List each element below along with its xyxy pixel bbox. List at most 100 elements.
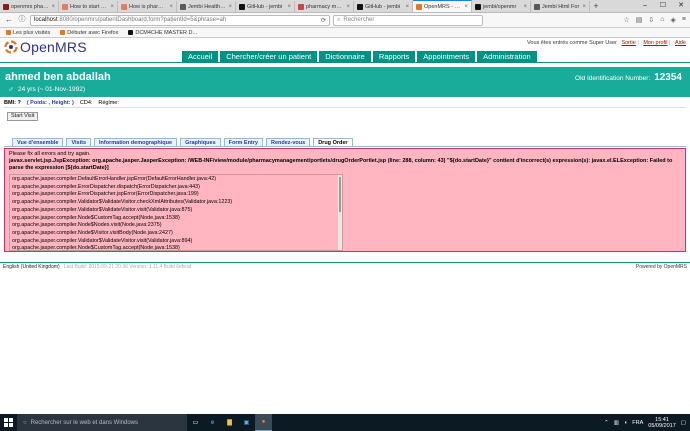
- clock[interactable]: 15:41 05/09/2017: [648, 417, 676, 429]
- maximize-icon[interactable]: ☐: [654, 0, 672, 12]
- reload-icon[interactable]: ⟳: [321, 17, 326, 24]
- close-window-icon[interactable]: ✕: [672, 0, 690, 12]
- powered-by: Powered by OpenMRS: [635, 263, 687, 270]
- toolbar-icons: ☆ ▤ ⇩ ⌂ ◈ ≡: [624, 16, 687, 24]
- browser-tab[interactable]: How is pharmac ×: [118, 1, 177, 12]
- notifications-icon[interactable]: ▢: [681, 420, 686, 426]
- tab-close-icon[interactable]: ×: [169, 4, 173, 10]
- address-bar[interactable]: localhost:8080/openmrs/patientDashboard.…: [30, 14, 330, 26]
- menu-find-patient[interactable]: Chercher/créer un patient: [220, 51, 318, 62]
- taskbar-search-placeholder: Rechercher sur le web et dans Windows: [30, 419, 139, 426]
- logout-link[interactable]: Sortie: [621, 40, 635, 46]
- minimize-icon[interactable]: –: [636, 0, 654, 12]
- bookmark-item[interactable]: Les plus visités: [6, 30, 50, 36]
- stack-scrollbar[interactable]: [338, 175, 342, 250]
- download-icon[interactable]: ⇩: [648, 16, 654, 24]
- profile-link[interactable]: Mon profil: [643, 40, 667, 46]
- back-icon[interactable]: ←: [4, 15, 14, 25]
- stack-trace-line: org.apache.jasper.compiler.Validator$Val…: [12, 206, 193, 213]
- start-visit-button[interactable]: Start Visit: [7, 112, 39, 121]
- window-controls: – ☐ ✕: [636, 0, 690, 12]
- page-footer: English (United Kingdom) Last Build: 201…: [0, 262, 690, 270]
- browser-tab[interactable]: GitHub - jembi ×: [236, 1, 295, 12]
- tab-favicon-icon: [121, 3, 127, 10]
- tab-favicon-icon: [3, 3, 9, 10]
- browser-tab[interactable]: jembi/openmr ×: [472, 1, 531, 12]
- tab-close-icon[interactable]: ×: [110, 4, 114, 10]
- firefox-icon[interactable]: ●: [255, 414, 272, 431]
- network-icon[interactable]: ▥: [614, 420, 619, 426]
- tab-close-icon[interactable]: ×: [523, 4, 527, 10]
- tab-close-icon[interactable]: ×: [582, 4, 586, 10]
- header-divider: [0, 62, 690, 63]
- library-icon[interactable]: ▤: [636, 16, 643, 24]
- gender-male-icon: ♂: [8, 85, 14, 94]
- browser-tab-strip: openmrs pharmac×How to start a p×How is …: [0, 0, 690, 13]
- browser-tab[interactable]: OpenMRS - Pati ×: [413, 0, 472, 12]
- stack-trace-line: org.apache.jasper.compiler.Validator$Val…: [12, 237, 193, 244]
- tray-up-icon[interactable]: ⌃: [604, 420, 609, 426]
- menu-dictionary[interactable]: Dictionnaire: [319, 51, 371, 62]
- tab-close-icon[interactable]: ×: [228, 4, 232, 10]
- openmrs-logo[interactable]: OpenMRS: [4, 39, 87, 55]
- taskbar-search[interactable]: ○ Rechercher sur le web et dans Windows: [17, 414, 187, 431]
- explorer-icon[interactable]: ▇: [221, 414, 238, 431]
- info-icon[interactable]: ⓘ: [17, 15, 27, 25]
- bookmark-item[interactable]: Débuter avec Firefox: [60, 30, 118, 36]
- mic-icon: ○: [23, 419, 27, 426]
- tab-close-icon[interactable]: ×: [51, 4, 55, 10]
- browser-tab[interactable]: GitHub - jembi ×: [354, 1, 413, 12]
- menu-administration[interactable]: Administration: [477, 51, 537, 62]
- cd4-label: CD4:: [79, 99, 93, 106]
- clock-date: 05/09/2017: [648, 422, 676, 429]
- browser-tab-label: Jembi Health Sy: [188, 3, 227, 10]
- patient-identifier: Old Identification Number: 12354: [575, 72, 682, 83]
- shield-icon[interactable]: ◈: [671, 16, 676, 24]
- tab-favicon-icon: [357, 3, 363, 10]
- stack-trace[interactable]: org.apache.jasper.compiler.DefaultErrorH…: [9, 174, 343, 251]
- help-link[interactable]: Aide: [675, 40, 686, 46]
- tab-close-icon[interactable]: ×: [346, 4, 350, 10]
- task-view-icon[interactable]: ▭: [187, 414, 204, 431]
- star-icon[interactable]: ☆: [624, 16, 630, 24]
- browser-tab-label: openmrs pharmac: [11, 3, 50, 10]
- browser-tab-label: OpenMRS - Pati: [424, 3, 463, 10]
- identifier-label: Old Identification Number:: [575, 75, 651, 82]
- browser-tab[interactable]: Jembi Health Sy ×: [177, 1, 236, 12]
- search-bar[interactable]: ⌕ Rechercher: [333, 14, 483, 26]
- tab-favicon-icon: [180, 3, 186, 10]
- home-icon[interactable]: ⌂: [660, 16, 664, 24]
- menu-icon[interactable]: ≡: [682, 16, 686, 24]
- browser-tab[interactable]: Jembi Html For ×: [531, 1, 590, 12]
- tab-close-icon[interactable]: ×: [405, 4, 409, 10]
- tab-favicon-icon: [475, 3, 481, 10]
- browser-tab[interactable]: pharmacy mana ×: [295, 1, 354, 12]
- stack-trace-line: org.apache.jasper.compiler.ErrorDispatch…: [12, 191, 199, 198]
- menu-home[interactable]: Accueil: [182, 51, 219, 62]
- patient-info: ♂ 24 yrs (~ 01-Nov-1992): [8, 85, 85, 94]
- bookmark-label: Débuter avec Firefox: [67, 29, 119, 36]
- main-menu: Accueil Chercher/créer un patient Dictio…: [182, 51, 537, 62]
- windows-start-icon[interactable]: [0, 414, 17, 431]
- menu-appointments[interactable]: Appointments: [417, 51, 476, 62]
- patient-vitals: BMI: ? ( Poids: , Height: ) CD4: Régime:: [4, 98, 686, 108]
- tab-close-icon[interactable]: ×: [464, 4, 468, 10]
- stack-trace-line: org.apache.jasper.compiler.DefaultErrorH…: [12, 176, 217, 182]
- edge-icon[interactable]: e: [204, 414, 221, 431]
- volume-icon[interactable]: ◖: [624, 420, 627, 426]
- tab-close-icon[interactable]: ×: [287, 4, 291, 10]
- bookmark-label: Les plus visités: [13, 29, 51, 36]
- user-bar: Vous êtes entrés comme Super User Sortie…: [527, 40, 686, 46]
- tab-favicon-icon: [62, 3, 68, 10]
- browser-tab[interactable]: openmrs pharmac×: [0, 1, 59, 12]
- bookmark-icon: [60, 30, 66, 35]
- new-tab-button[interactable]: +: [590, 1, 602, 12]
- store-icon[interactable]: ▣: [238, 414, 255, 431]
- language-indicator[interactable]: FRA: [632, 420, 643, 426]
- error-panel: Please fix all errors and try again. jav…: [4, 148, 686, 252]
- menu-reports[interactable]: Rapports: [372, 51, 416, 62]
- browser-tab[interactable]: How to start a p ×: [59, 1, 118, 12]
- locale-link[interactable]: English (United Kingdom): [3, 264, 60, 270]
- search-placeholder: Rechercher: [343, 17, 375, 23]
- bookmark-item[interactable]: DCM4CHE MASTER D...: [128, 30, 197, 36]
